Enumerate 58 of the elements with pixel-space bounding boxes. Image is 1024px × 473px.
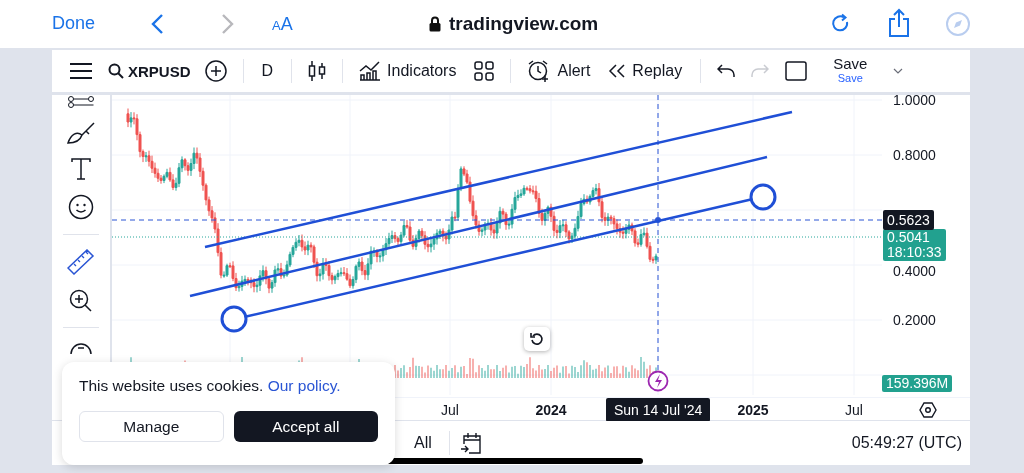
text-tool-icon[interactable] bbox=[71, 158, 91, 180]
countdown-timer: 18:10:33 bbox=[887, 245, 942, 260]
zoom-in-icon[interactable] bbox=[69, 289, 93, 313]
candles-icon[interactable] bbox=[308, 60, 327, 82]
search-icon bbox=[108, 63, 124, 79]
magnet-icon[interactable] bbox=[69, 342, 93, 354]
volume-tag: 159.396M bbox=[882, 375, 953, 392]
price-axis-label: 1.0000 bbox=[893, 91, 936, 109]
channel-line[interactable] bbox=[189, 155, 768, 298]
time-axis-label: Jul bbox=[441, 402, 459, 418]
save-button[interactable]: Save Save bbox=[833, 57, 868, 85]
indicators-button[interactable]: Indicators bbox=[359, 61, 457, 81]
rotate-icon bbox=[530, 332, 544, 346]
drag-handle[interactable] bbox=[220, 305, 248, 333]
lightning-icon[interactable] bbox=[647, 370, 669, 392]
symbol-search-button[interactable]: XRPUSD bbox=[108, 62, 191, 80]
drag-handle[interactable] bbox=[749, 183, 777, 211]
manage-button[interactable]: Manage bbox=[79, 411, 224, 442]
price-axis-label: 0.2000 bbox=[893, 311, 936, 329]
cookie-message: This website uses cookies. Our policy. bbox=[79, 377, 342, 395]
menu-icon[interactable] bbox=[70, 63, 92, 79]
replay-button[interactable]: Replay bbox=[608, 62, 683, 80]
crosshair-date-tag: Sun 14 Jul '24 bbox=[606, 398, 711, 422]
reset-view-button[interactable] bbox=[524, 327, 550, 351]
calendar-icon[interactable] bbox=[460, 432, 482, 454]
settings-icon[interactable] bbox=[919, 402, 937, 418]
clock-text: 05:49:27 (UTC) bbox=[851, 434, 962, 452]
lock-icon bbox=[429, 16, 441, 32]
line-tool-icon[interactable] bbox=[68, 96, 94, 108]
time-axis-label: 2025 bbox=[737, 402, 769, 418]
rewind-icon bbox=[608, 64, 627, 78]
smiley-icon[interactable] bbox=[68, 194, 94, 220]
add-symbol-icon[interactable] bbox=[204, 60, 227, 82]
policy-link[interactable]: Our policy. bbox=[267, 377, 341, 394]
chart-icon bbox=[359, 61, 382, 81]
accept-button[interactable]: Accept all bbox=[233, 411, 378, 442]
channel-line[interactable] bbox=[204, 110, 793, 249]
square-icon[interactable] bbox=[785, 61, 808, 81]
range-button[interactable]: All bbox=[414, 434, 432, 452]
last-price: 0.5041 bbox=[887, 230, 931, 245]
price-axis-label: 0.8000 bbox=[893, 146, 936, 164]
crosshair-price-tag: 0.5623 bbox=[883, 210, 934, 230]
time-axis-label: 2024 bbox=[535, 402, 567, 418]
layout-grid-icon[interactable] bbox=[474, 61, 495, 81]
brush-icon[interactable] bbox=[67, 122, 95, 144]
text-size-button[interactable]: AA bbox=[272, 14, 293, 35]
url-text[interactable]: tradingview.com bbox=[449, 13, 599, 35]
undo-icon[interactable] bbox=[717, 64, 736, 78]
time-axis-label: Jul bbox=[845, 402, 863, 418]
ruler-icon[interactable] bbox=[67, 249, 95, 275]
chevron-down-icon[interactable] bbox=[893, 68, 904, 74]
share-icon[interactable] bbox=[888, 8, 910, 38]
price-axis-label: 0.4000 bbox=[893, 262, 936, 280]
interval-button[interactable]: D bbox=[261, 62, 274, 80]
crosshair-dot bbox=[655, 217, 661, 223]
back-icon[interactable] bbox=[150, 13, 164, 35]
done-link[interactable]: Done bbox=[52, 13, 96, 34]
alert-button[interactable]: Alert bbox=[527, 59, 591, 83]
